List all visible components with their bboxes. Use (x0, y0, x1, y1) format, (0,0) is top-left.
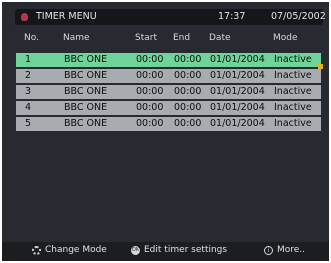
column-header-name: Name (63, 33, 90, 43)
title-bar: TIMER MENU 17:37 07/05/2002 (15, 9, 326, 25)
table-header: No. Name Start End Date Mode (15, 33, 323, 47)
scroll-indicator (318, 64, 323, 69)
clock-date: 07/05/2002 (271, 11, 326, 22)
timer-menu-screen: TIMER MENU 17:37 07/05/2002 No. Name Sta… (2, 2, 329, 261)
row-start-time: 00:00 (136, 86, 164, 97)
row-date: 01/01/2004 (210, 86, 265, 97)
gear-icon (32, 246, 41, 255)
row-date: 01/01/2004 (210, 102, 265, 113)
ok-button-icon: OK (131, 246, 140, 255)
row-channel-name: BBC ONE (64, 70, 108, 81)
edit-timer-settings-hint[interactable]: Edit timer settings (144, 245, 227, 255)
page-title: TIMER MENU (36, 11, 97, 22)
timer-row-5[interactable]: 5 BBC ONE 00:00 00:00 01/01/2004 Inactiv… (16, 117, 321, 131)
row-end-time: 00:00 (174, 86, 202, 97)
row-number: 4 (25, 102, 32, 113)
row-number: 3 (25, 86, 32, 97)
row-start-time: 00:00 (136, 118, 164, 129)
row-start-time: 00:00 (136, 70, 164, 81)
row-mode: Inactive (274, 86, 312, 97)
row-mode: Inactive (274, 70, 312, 81)
timer-row-1[interactable]: 1 BBC ONE 00:00 00:00 01/01/2004 Inactiv… (16, 53, 321, 67)
row-channel-name: BBC ONE (64, 118, 108, 129)
row-end-time: 00:00 (174, 70, 202, 81)
more-hint[interactable]: More.. (277, 245, 305, 255)
timer-row-2[interactable]: 2 BBC ONE 00:00 00:00 01/01/2004 Inactiv… (16, 69, 321, 83)
column-header-start: Start (135, 33, 157, 43)
column-header-mode: Mode (273, 33, 298, 43)
row-start-time: 00:00 (136, 54, 164, 65)
row-date: 01/01/2004 (210, 118, 265, 129)
info-icon: i (264, 246, 273, 255)
row-number: 5 (25, 118, 32, 129)
row-channel-name: BBC ONE (64, 54, 108, 65)
column-header-end: End (173, 33, 191, 43)
row-channel-name: BBC ONE (64, 102, 108, 113)
row-date: 01/01/2004 (210, 54, 265, 65)
row-number: 1 (25, 54, 32, 65)
timer-row-3[interactable]: 3 BBC ONE 00:00 00:00 01/01/2004 Inactiv… (16, 85, 321, 99)
change-mode-hint[interactable]: Change Mode (45, 245, 107, 255)
row-end-time: 00:00 (174, 54, 202, 65)
row-start-time: 00:00 (136, 102, 164, 113)
row-mode: Inactive (274, 118, 312, 129)
timer-row-4[interactable]: 4 BBC ONE 00:00 00:00 01/01/2004 Inactiv… (16, 101, 321, 115)
row-number: 2 (25, 70, 32, 81)
menu-icon (21, 13, 28, 21)
row-mode: Inactive (274, 102, 312, 113)
row-date: 01/01/2004 (210, 70, 265, 81)
row-channel-name: BBC ONE (64, 86, 108, 97)
row-end-time: 00:00 (174, 118, 202, 129)
footer-hint-bar: Change Mode OK Edit timer settings i Mor… (2, 242, 329, 261)
clock-time: 17:37 (218, 11, 246, 22)
column-header-date: Date (209, 33, 231, 43)
row-end-time: 00:00 (174, 102, 202, 113)
column-header-no: No. (24, 33, 39, 43)
row-mode: Inactive (274, 54, 312, 65)
